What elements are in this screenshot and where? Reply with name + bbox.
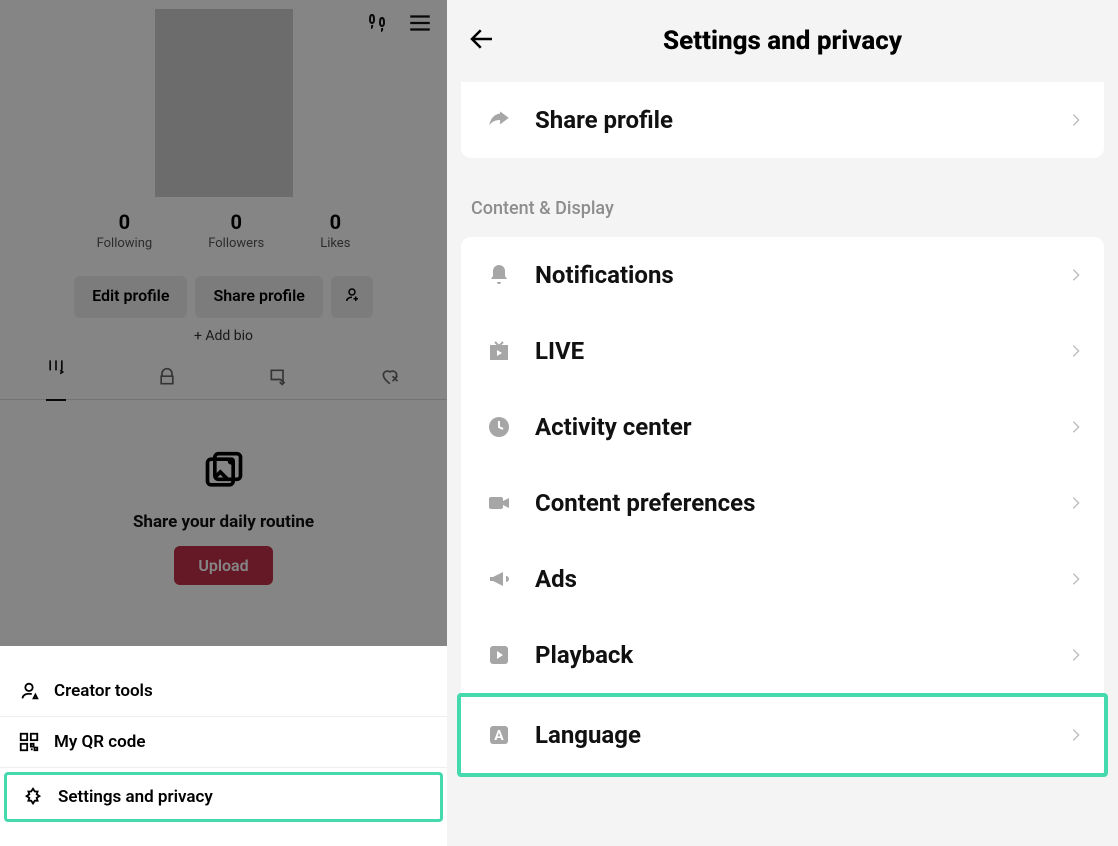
item-ads[interactable]: Ads: [461, 541, 1104, 617]
likes-stat[interactable]: 0 Likes: [320, 210, 350, 251]
edit-profile-button[interactable]: Edit profile: [74, 276, 187, 318]
chevron-right-icon: [1068, 489, 1084, 517]
footprints-icon[interactable]: [365, 11, 389, 39]
chevron-right-icon: [1068, 565, 1084, 593]
item-share-profile[interactable]: Share profile: [461, 82, 1104, 158]
item-playback[interactable]: Playback: [461, 617, 1104, 693]
chevron-right-icon: [1068, 413, 1084, 441]
item-content-prefs-label: Content preferences: [535, 489, 755, 517]
item-notifications-label: Notifications: [535, 261, 674, 289]
tv-icon: [485, 339, 513, 363]
following-label: Following: [97, 236, 153, 251]
settings-screen: Settings and privacy Share profile Conte…: [447, 0, 1118, 846]
video-camera-icon: [485, 491, 513, 515]
item-playback-label: Playback: [535, 641, 633, 669]
bell-icon: [485, 263, 513, 287]
following-stat[interactable]: 0 Following: [97, 210, 153, 251]
image-stack-icon: [202, 450, 246, 498]
chevron-right-icon: [1068, 261, 1084, 289]
item-language[interactable]: A Language: [457, 693, 1108, 777]
stats-row: 0 Following 0 Followers 0 Likes: [0, 210, 447, 251]
menu-icon[interactable]: [407, 10, 433, 40]
chevron-right-icon: [1068, 721, 1084, 749]
chevron-right-icon: [1068, 337, 1084, 365]
upload-button[interactable]: Upload: [174, 546, 272, 585]
chevron-right-icon: [1068, 106, 1084, 134]
profile-tabs: [0, 358, 447, 400]
sheet-qr-code[interactable]: My QR code: [0, 717, 447, 768]
share-profile-button[interactable]: Share profile: [195, 276, 322, 318]
tab-private[interactable]: [157, 367, 177, 391]
item-notifications[interactable]: Notifications: [461, 237, 1104, 313]
chevron-right-icon: [1068, 641, 1084, 669]
profile-screen: 0 Following 0 Followers 0 Likes Edit pro…: [0, 0, 447, 846]
item-content-preferences[interactable]: Content preferences: [461, 465, 1104, 541]
section-content-display: Content & Display: [447, 158, 1118, 237]
tab-posts[interactable]: [46, 357, 66, 401]
empty-message: Share your daily routine: [133, 512, 314, 532]
megaphone-icon: [485, 567, 513, 591]
empty-state: Share your daily routine Upload: [0, 450, 447, 585]
sheet-creator-tools[interactable]: Creator tools: [0, 666, 447, 717]
settings-section-content: Notifications LIVE Activity center Conte…: [461, 237, 1104, 777]
followers-stat[interactable]: 0 Followers: [208, 210, 264, 251]
likes-count: 0: [320, 210, 350, 234]
item-live[interactable]: LIVE: [461, 313, 1104, 389]
bottom-sheet: Creator tools My QR code Settings and pr…: [0, 652, 447, 846]
play-icon: [485, 643, 513, 667]
item-share-label: Share profile: [535, 106, 673, 134]
likes-label: Likes: [320, 236, 350, 251]
sheet-qr-label: My QR code: [54, 732, 146, 752]
profile-top: 0 Following 0 Followers 0 Likes Edit pro…: [0, 0, 447, 646]
following-count: 0: [97, 210, 153, 234]
settings-section-account-tail: Share profile: [461, 82, 1104, 158]
item-ads-label: Ads: [535, 565, 577, 593]
item-language-label: Language: [535, 721, 641, 749]
tab-reposts[interactable]: [268, 367, 288, 391]
settings-header: Settings and privacy: [447, 0, 1118, 82]
tab-liked[interactable]: [379, 367, 401, 391]
item-activity-label: Activity center: [535, 413, 692, 441]
followers-count: 0: [208, 210, 264, 234]
avatar[interactable]: [155, 9, 293, 197]
item-live-label: LIVE: [535, 337, 584, 365]
share-arrow-icon: [485, 107, 513, 133]
sheet-creator-label: Creator tools: [54, 681, 153, 701]
language-icon: A: [485, 723, 513, 747]
sheet-settings-privacy[interactable]: Settings and privacy: [4, 772, 443, 822]
add-friends-button[interactable]: [331, 276, 373, 318]
item-activity-center[interactable]: Activity center: [461, 389, 1104, 465]
sheet-settings-label: Settings and privacy: [58, 787, 213, 807]
clock-icon: [485, 415, 513, 439]
svg-text:A: A: [494, 728, 504, 744]
followers-label: Followers: [208, 236, 264, 251]
add-bio-button[interactable]: + Add bio: [0, 328, 447, 344]
page-title: Settings and privacy: [447, 26, 1118, 56]
